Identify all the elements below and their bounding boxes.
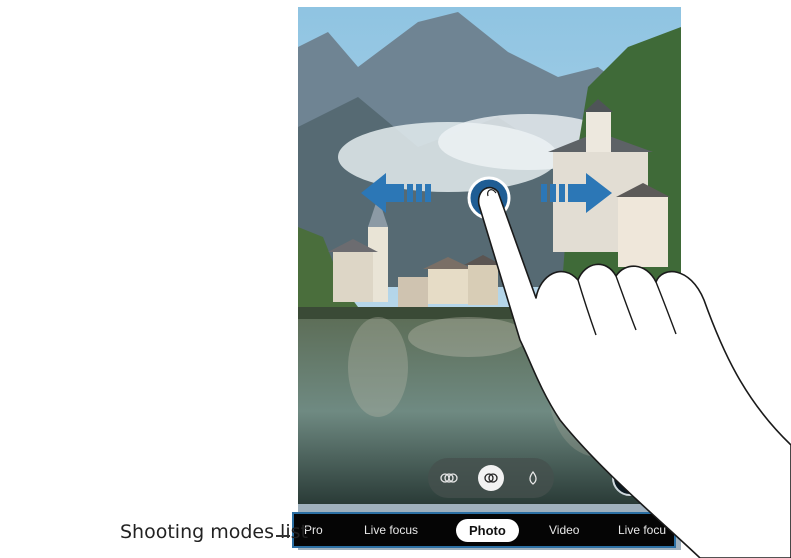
wide-lens-icon[interactable] (478, 465, 504, 491)
gallery-thumbnail-icon (621, 469, 639, 487)
ultra-wide-lens-icon[interactable] (436, 465, 462, 491)
callout-leader-line (276, 535, 290, 537)
shooting-modes-list[interactable]: Pro Live focus Photo Video Live focu (292, 512, 676, 548)
gallery-thumbnail-button[interactable] (612, 460, 648, 496)
mode-video[interactable]: Video (549, 514, 579, 546)
viewfinder-scene-image (298, 7, 681, 504)
mode-photo[interactable]: Photo (456, 519, 519, 542)
callout-label: Shooting modes list (120, 521, 308, 543)
lens-selector (428, 458, 554, 498)
mode-live-focus[interactable]: Live focus (364, 514, 418, 546)
mode-live-focus-partial[interactable]: Live focu (618, 514, 666, 546)
telephoto-lens-icon[interactable] (520, 465, 546, 491)
